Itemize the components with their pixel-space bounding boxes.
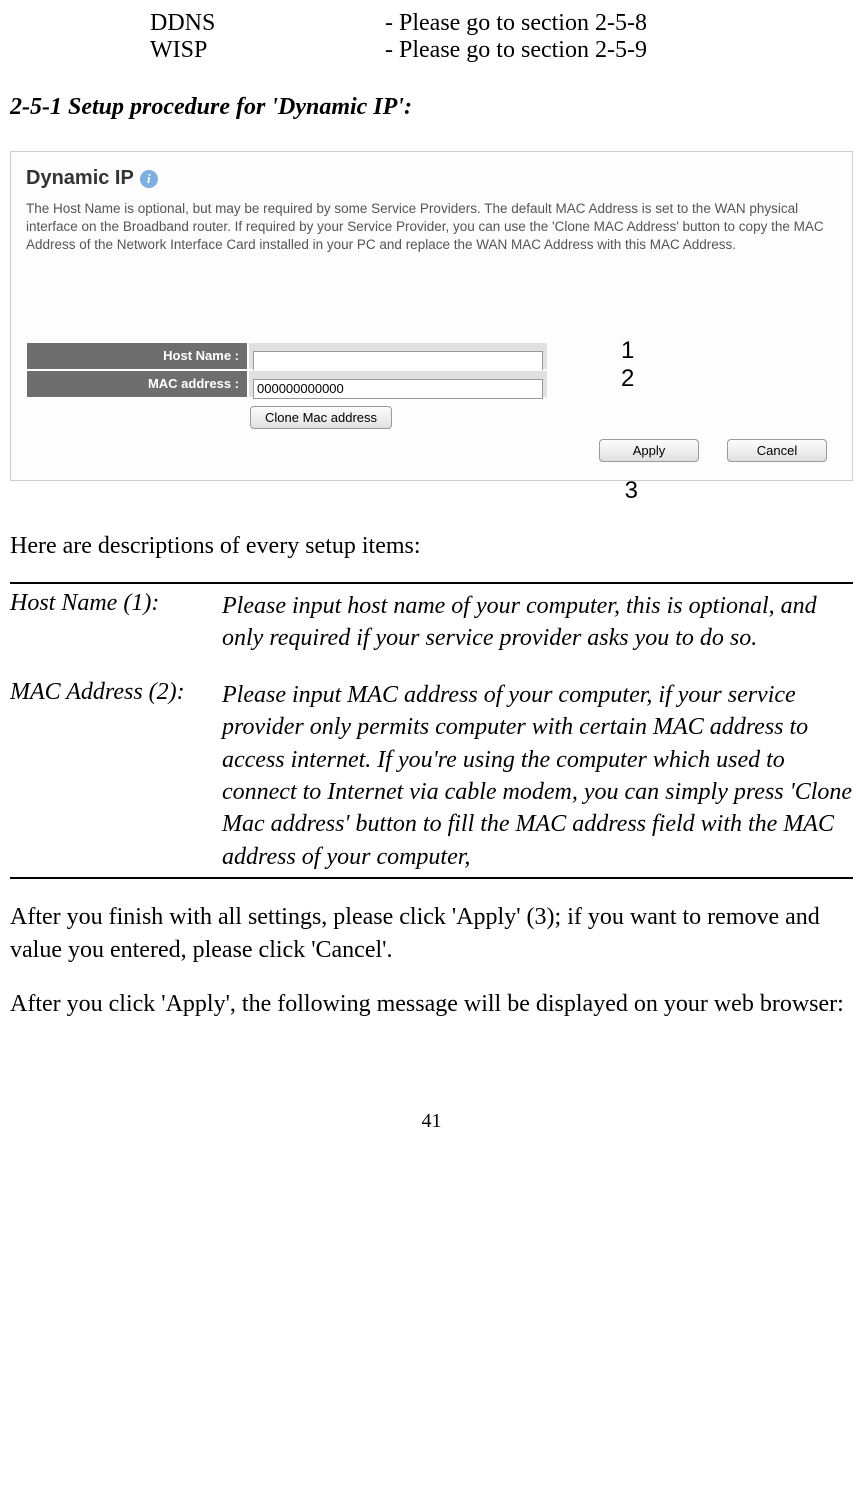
clone-row: Clone Mac address	[250, 402, 548, 429]
paragraph: After you finish with all settings, plea…	[10, 901, 853, 966]
screenshot-title: Dynamic IP	[26, 167, 134, 190]
host-name-label: Host Name :	[26, 342, 248, 370]
mac-address-row: MAC address :	[26, 370, 548, 398]
reference-term: DDNS	[150, 10, 385, 37]
reference-row: DDNS - Please go to section 2-5-8	[150, 10, 853, 37]
form-block: Host Name : MAC address : Clone Mac addr…	[26, 342, 548, 429]
action-buttons: Apply Cancel	[599, 439, 827, 462]
mac-address-cell	[248, 370, 548, 398]
callout-2: 2	[621, 365, 634, 393]
mac-address-input[interactable]	[253, 379, 543, 399]
host-name-input[interactable]	[253, 351, 543, 371]
callout-3: 3	[10, 477, 853, 505]
reference-term: WISP	[150, 37, 385, 64]
clone-mac-button[interactable]: Clone Mac address	[250, 406, 392, 429]
intro-text: Here are descriptions of every setup ite…	[10, 533, 853, 560]
host-name-row: Host Name :	[26, 342, 548, 370]
definition-text: Please input MAC address of your compute…	[222, 679, 853, 873]
definitions-block: Host Name (1): Please input host name of…	[10, 582, 853, 879]
definition-text: Please input host name of your computer,…	[222, 590, 853, 655]
definition-row: MAC Address (2): Please input MAC addres…	[10, 679, 853, 873]
definition-term: Host Name (1):	[10, 590, 222, 655]
callout-1: 1	[621, 337, 634, 365]
mac-address-label: MAC address :	[26, 370, 248, 398]
reference-row: WISP - Please go to section 2-5-9	[150, 37, 853, 64]
page-number: 41	[10, 1110, 853, 1133]
reference-note: - Please go to section 2-5-8	[385, 10, 647, 37]
definition-row: Host Name (1): Please input host name of…	[10, 590, 853, 655]
apply-button[interactable]: Apply	[599, 439, 699, 462]
reference-note: - Please go to section 2-5-9	[385, 37, 647, 64]
definition-term: MAC Address (2):	[10, 679, 222, 873]
paragraph: After you click 'Apply', the following m…	[10, 988, 853, 1020]
section-heading: 2-5-1 Setup procedure for 'Dynamic IP':	[10, 94, 853, 121]
host-name-cell	[248, 342, 548, 370]
screenshot-description: The Host Name is optional, but may be re…	[26, 200, 837, 255]
screenshot-title-row: Dynamic IP i	[26, 167, 837, 190]
info-icon: i	[140, 170, 158, 188]
screenshot-dynamic-ip: Dynamic IP i The Host Name is optional, …	[10, 151, 853, 481]
cancel-button[interactable]: Cancel	[727, 439, 827, 462]
reference-list: DDNS - Please go to section 2-5-8 WISP -…	[150, 10, 853, 64]
